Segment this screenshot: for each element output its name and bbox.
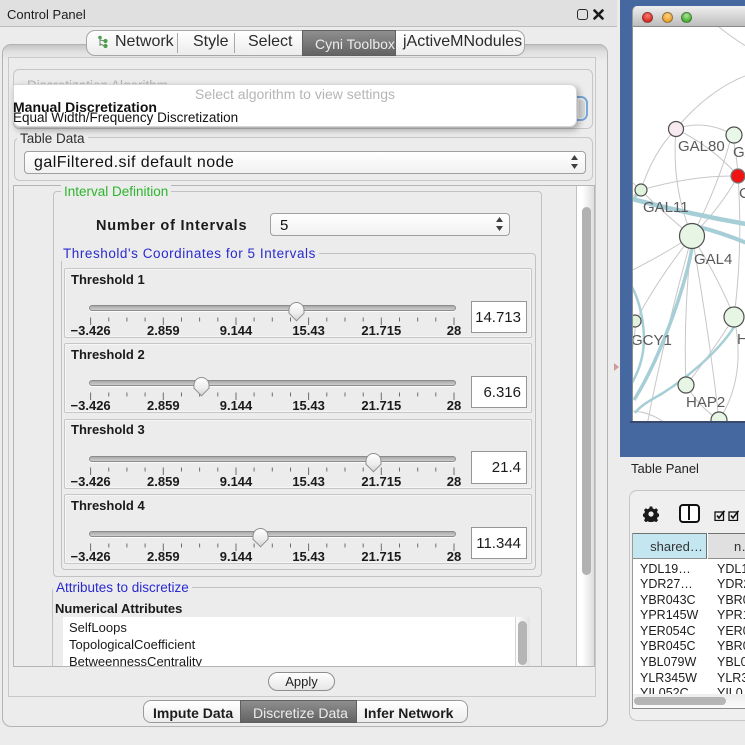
svg-text:C: C	[739, 185, 745, 202]
svg-text:GAL4: GAL4	[694, 251, 732, 268]
svg-text:GAL80: GAL80	[678, 138, 725, 155]
svg-text:HAP2: HAP2	[686, 394, 725, 411]
svg-text:GCY1: GCY1	[633, 332, 672, 349]
svg-text:GAL11: GAL11	[643, 199, 689, 216]
svg-text:H: H	[737, 331, 745, 348]
svg-text:GA: GA	[733, 144, 745, 161]
